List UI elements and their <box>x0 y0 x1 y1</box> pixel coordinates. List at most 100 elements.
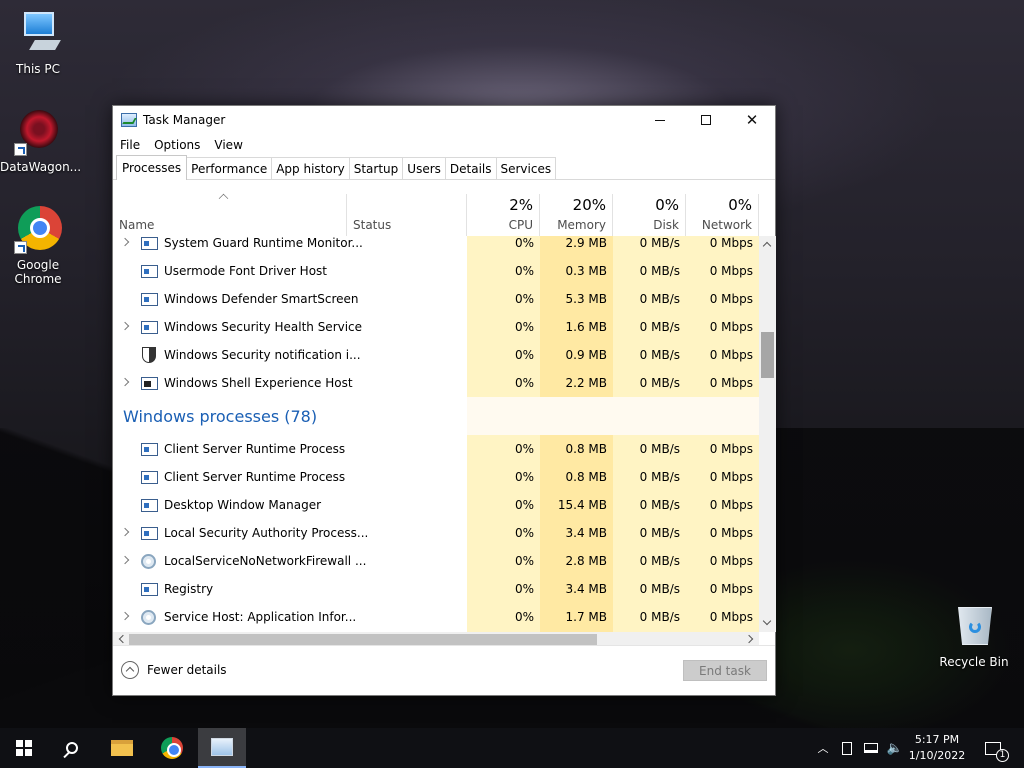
vertical-scrollbar[interactable] <box>759 236 776 632</box>
menu-file[interactable]: File <box>120 138 140 152</box>
folder-icon <box>111 740 133 756</box>
process-name: Desktop Window Manager <box>164 498 322 512</box>
desktop-icon-this-pc[interactable]: This PC <box>0 10 76 76</box>
search-icon <box>66 742 78 754</box>
scroll-up-icon[interactable] <box>762 241 772 251</box>
table-row[interactable]: Registry 0% 3.4 MB 0 MB/s 0 Mbps <box>113 575 759 603</box>
scroll-right-icon[interactable] <box>744 634 754 644</box>
tray-network-icon[interactable] <box>860 728 882 768</box>
menu-options[interactable]: Options <box>154 138 200 152</box>
table-row[interactable]: Windows Security notification i... 0% 0.9 … <box>113 341 759 369</box>
table-row[interactable]: Local Security Authority Process... 0% 3.4… <box>113 519 759 547</box>
action-center-button[interactable]: 1 <box>978 728 1009 768</box>
minimize-button[interactable] <box>637 106 683 134</box>
table-row[interactable]: Client Server Runtime Process 0% 0.8 MB 0 M… <box>113 463 759 491</box>
network-value: 0 Mbps <box>709 236 753 250</box>
table-row[interactable]: Service Host: Application Infor... 0% 1.7 … <box>113 603 759 631</box>
desktop-icon-label: Recycle Bin <box>939 655 1009 669</box>
table-row[interactable]: LocalServiceNoNetworkFirewall ... 0% 2.8 M… <box>113 547 759 575</box>
process-name: Usermode Font Driver Host <box>164 264 327 278</box>
cpu-value: 0% <box>514 526 534 540</box>
disk-value: 0 MB/s <box>639 348 680 362</box>
table-row[interactable]: Client Server Runtime Process 0% 0.8 MB 0 M… <box>113 435 759 463</box>
cpu-value: 0% <box>514 470 534 484</box>
system-clock[interactable]: 5:17 PM 1/10/2022 <box>908 732 966 764</box>
expand-chevron-icon[interactable] <box>120 237 130 247</box>
memory-value: 0.3 MB <box>565 264 607 278</box>
windows-logo-icon <box>16 740 32 756</box>
end-task-button[interactable]: End task <box>683 660 767 681</box>
disk-value: 0 MB/s <box>639 236 680 250</box>
desktop-icon-google-chrome[interactable]: Google Chrome <box>0 206 76 286</box>
taskbar-chrome[interactable] <box>148 728 196 768</box>
tray-volume-icon[interactable]: 🔈 <box>884 728 906 768</box>
close-icon: ✕ <box>745 111 759 129</box>
group-header-windows-processes[interactable]: Windows processes (78) <box>113 397 759 435</box>
process-list: System Guard Runtime Monitor... 0% 2.9 MB 0… <box>113 236 763 632</box>
column-header-name[interactable]: Name <box>113 193 347 236</box>
tab-performance[interactable]: Performance <box>186 157 273 179</box>
network-value: 0 Mbps <box>709 498 753 512</box>
tab-strip: Processes Performance App history Startu… <box>113 155 775 180</box>
expand-chevron-icon[interactable] <box>120 555 130 565</box>
maximize-button[interactable] <box>683 106 729 134</box>
horizontal-scroll-thumb[interactable] <box>129 634 597 645</box>
disk-value: 0 MB/s <box>639 526 680 540</box>
desktop-icon-recycle-bin[interactable]: Recycle Bin <box>936 603 1012 669</box>
tab-users[interactable]: Users <box>402 157 446 179</box>
tab-services[interactable]: Services <box>495 157 557 179</box>
scroll-down-icon[interactable] <box>762 616 772 626</box>
disk-value: 0 MB/s <box>639 582 680 596</box>
column-header-cpu[interactable]: 2% CPU <box>467 194 540 236</box>
chrome-icon <box>14 206 62 254</box>
desktop-icon-datawagon[interactable]: DataWagon... <box>0 108 81 174</box>
tab-app-history[interactable]: App history <box>271 157 350 179</box>
table-row[interactable]: Windows Defender SmartScreen 0% 5.3 MB 0 MB… <box>113 285 759 313</box>
column-header-power[interactable]: P <box>759 194 763 236</box>
expand-chevron-icon[interactable] <box>120 527 130 537</box>
fewer-details-link[interactable]: Fewer details <box>147 663 227 677</box>
table-row[interactable]: Desktop Window Manager 0% 15.4 MB 0 MB/s 0 M… <box>113 491 759 519</box>
cpu-value: 0% <box>514 376 534 390</box>
scroll-left-icon[interactable] <box>118 634 128 644</box>
start-button[interactable] <box>0 728 48 768</box>
gear-icon <box>141 610 156 625</box>
vertical-scroll-thumb[interactable] <box>761 332 774 378</box>
table-row[interactable]: Windows Shell Experience Host 0% 2.2 MB 0 M… <box>113 369 759 397</box>
tab-startup[interactable]: Startup <box>348 157 404 179</box>
process-name: Client Server Runtime Process <box>164 470 346 484</box>
column-header-network[interactable]: 0% Network <box>686 194 759 236</box>
expand-chevron-icon[interactable] <box>120 321 130 331</box>
search-button[interactable] <box>48 728 96 768</box>
disk-value: 0 MB/s <box>639 442 680 456</box>
table-row[interactable]: Usermode Font Driver Host 0% 0.3 MB 0 MB/s 0… <box>113 257 759 285</box>
group-title: Windows processes (78) <box>123 407 318 426</box>
disk-value: 0 MB/s <box>639 376 680 390</box>
memory-value: 3.4 MB <box>565 526 607 540</box>
cpu-value: 0% <box>514 610 534 624</box>
table-row[interactable]: System Guard Runtime Monitor... 0% 2.9 MB 0… <box>113 236 759 257</box>
taskbar-task-manager[interactable] <box>198 728 246 768</box>
column-header-status[interactable]: Status <box>347 194 467 236</box>
expand-chevron-icon[interactable] <box>120 377 130 387</box>
tray-overflow-button[interactable]: ︿ <box>814 728 832 768</box>
column-header-memory[interactable]: 20% Memory <box>540 194 613 236</box>
disk-value: 0 MB/s <box>639 470 680 484</box>
table-row[interactable]: Windows Security Health Service 0% 1.6 MB 0… <box>113 313 759 341</box>
expand-chevron-icon[interactable] <box>120 611 130 621</box>
disk-value: 0 MB/s <box>639 610 680 624</box>
collapse-chevron-icon[interactable] <box>121 661 139 679</box>
close-button[interactable]: ✕ <box>729 106 775 134</box>
app-window-icon <box>141 321 158 334</box>
menu-view[interactable]: View <box>214 138 242 152</box>
network-value: 0 Mbps <box>709 348 753 362</box>
task-manager-window: Task Manager ✕ File Options View Process… <box>112 105 776 696</box>
taskbar-file-explorer[interactable] <box>98 728 146 768</box>
tab-processes[interactable]: Processes <box>116 155 188 180</box>
tray-tablet-icon[interactable] <box>838 728 856 768</box>
title-bar[interactable]: Task Manager ✕ <box>113 106 775 134</box>
column-header-disk[interactable]: 0% Disk <box>613 194 686 236</box>
clock-date: 1/10/2022 <box>908 749 966 762</box>
tab-details[interactable]: Details <box>444 157 497 179</box>
shortcut-arrow-icon <box>14 241 27 254</box>
